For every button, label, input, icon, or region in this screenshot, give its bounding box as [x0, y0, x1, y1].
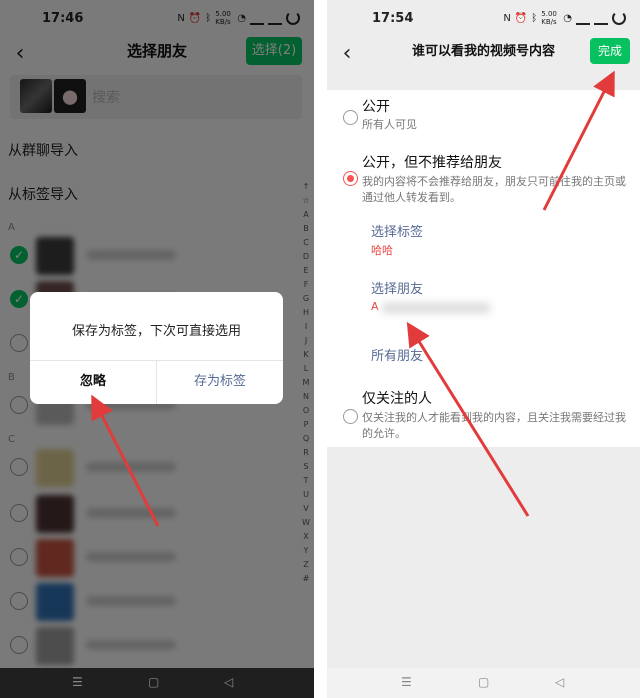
- wifi-icon: ◔: [563, 12, 572, 24]
- option-desc: 我的内容将不会推荐给朋友，朋友只可前往我的主页或通过他人转发看到。: [362, 175, 626, 204]
- option-desc: 所有人可见: [362, 118, 417, 131]
- save-as-tag-button[interactable]: 存为标签: [157, 360, 283, 404]
- net-speed: 5.00 KB/s: [541, 10, 557, 26]
- menu-icon[interactable]: ☰: [401, 675, 412, 689]
- status-time: 17:54: [372, 11, 414, 26]
- menu-icon[interactable]: ☰: [72, 675, 83, 689]
- signal-icon: [576, 12, 590, 25]
- option-desc: 仅关注我的人才能看到我的内容，且关注我需要经过我的允许。: [362, 411, 626, 440]
- empty-area: [327, 447, 640, 668]
- select-friends-link[interactable]: 选择朋友: [371, 278, 423, 297]
- system-nav-bar: ☰ ▢ ◁: [0, 668, 314, 698]
- alarm-icon: ⏰: [514, 12, 528, 24]
- radio-public[interactable]: [343, 110, 358, 125]
- back-triangle-icon[interactable]: ◁: [555, 675, 564, 689]
- select-tag-link[interactable]: 选择标签: [371, 221, 423, 240]
- nfc-icon: N: [503, 12, 511, 24]
- status-icons: N ⏰ ᛒ 5.00 KB/s ◔: [503, 10, 626, 26]
- back-triangle-icon[interactable]: ◁: [224, 675, 233, 689]
- tag-value: 哈哈: [371, 244, 393, 257]
- option-title: 公开: [362, 99, 390, 115]
- battery-icon: [612, 11, 626, 25]
- system-nav-bar: ☰ ▢ ◁: [327, 668, 640, 698]
- friends-value: A: [371, 300, 379, 313]
- home-icon[interactable]: ▢: [478, 675, 489, 689]
- done-button[interactable]: 完成: [590, 38, 630, 64]
- radio-public-no-recommend[interactable]: [343, 171, 358, 186]
- option-title: 仅关注的人: [362, 391, 432, 407]
- left-screenshot: 17:46 N ⏰ ᛒ 5.00 KB/s ◔ ‹ 选择朋友 选择(2) 搜索 …: [0, 0, 314, 698]
- blurred-friends: [381, 302, 491, 314]
- panel-divider: [314, 0, 327, 698]
- bluetooth-icon: ᛒ: [531, 12, 538, 24]
- navbar: ‹ 谁可以看我的视频号内容 完成: [327, 36, 640, 80]
- dialog-message: 保存为标签，下次可直接选用: [71, 324, 241, 339]
- save-tag-dialog: 保存为标签，下次可直接选用 忽略 存为标签: [30, 292, 283, 404]
- home-icon[interactable]: ▢: [148, 675, 159, 689]
- all-friends-link[interactable]: 所有朋友: [371, 345, 423, 364]
- visibility-options: 公开 所有人可见 公开，但不推荐给朋友 我的内容将不会推荐给朋友，朋友只可前往我…: [327, 90, 640, 447]
- radio-followers-only[interactable]: [343, 409, 358, 424]
- signal-icon-2: [594, 12, 608, 25]
- status-bar: 17:54 N ⏰ ᛒ 5.00 KB/s ◔: [327, 0, 640, 36]
- ignore-button[interactable]: 忽略: [30, 360, 156, 404]
- option-title: 公开，但不推荐给朋友: [362, 155, 502, 171]
- right-screenshot: 17:54 N ⏰ ᛒ 5.00 KB/s ◔ ‹ 谁可以看我的视频号内容 完成…: [327, 0, 640, 698]
